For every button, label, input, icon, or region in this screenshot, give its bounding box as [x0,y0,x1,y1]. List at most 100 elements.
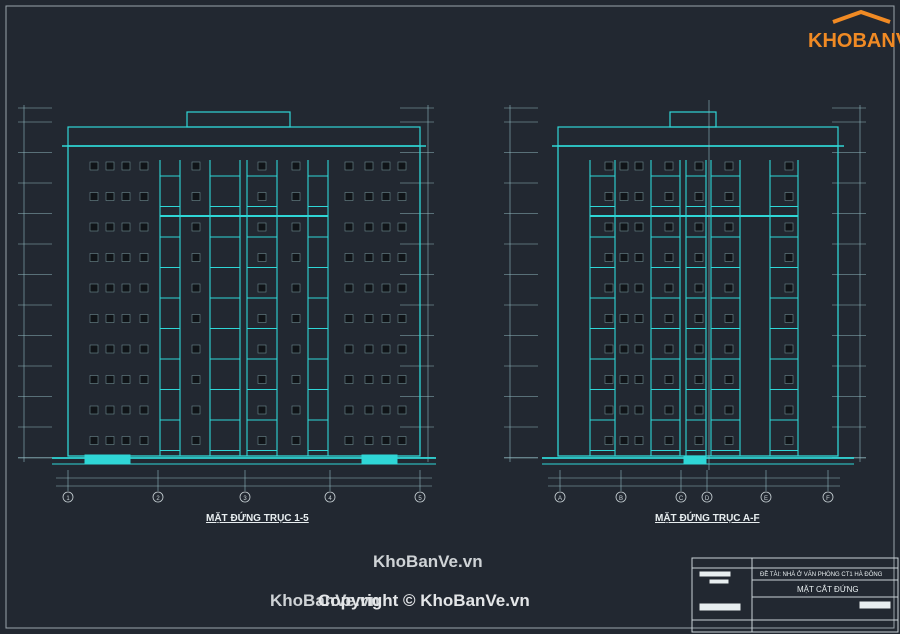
elevation-1-window [89,253,99,262]
elevation-2-window [634,314,644,323]
elevation-2-window [619,222,629,232]
elevation-1-window [397,314,407,323]
elevation-1-window [257,192,267,201]
elevation-1-window [344,161,354,171]
elevation-1-window [344,436,354,445]
elevation-2-window [694,314,704,323]
elevation-2-window [784,436,794,445]
title-block-mark [859,601,891,609]
elevation-1-axis-label: 1 [66,496,70,502]
elevation-1-window [191,344,201,354]
elevation-1-window [191,283,201,293]
elevation-1-window [344,405,354,415]
watermark-site: KhoBanVe.vn [373,552,483,571]
elevation-1-window [381,314,391,323]
elevation-1-axis-label: 4 [328,496,332,502]
elevation-2-window [694,283,704,293]
elevation-1-entrance [84,454,131,464]
elevation-1-window [105,161,115,171]
elevation-2-window [634,222,644,232]
elevation-1-window [344,314,354,323]
elevation-1-window [121,253,131,262]
elevation-1-window [121,192,131,201]
elevation-1-window [139,222,149,232]
elevation-1-window [381,344,391,354]
elevation-1-window [191,314,201,323]
elevation-2-window [724,375,734,384]
elevation-2-parapet [557,126,839,147]
elevation-2-window [634,405,644,415]
elevation-1-window [121,436,131,445]
elevation-2-window [784,314,794,323]
elevation-1-window [105,436,115,445]
elevation-1-window [291,405,301,415]
elevation-2-window [784,253,794,262]
elevation-2-window [694,375,704,384]
elevation-1-window [364,283,374,293]
elevation-2-window [694,192,704,201]
elevation-1-window [381,253,391,262]
elevation-1-window [257,314,267,323]
elevation-1-window [381,283,391,293]
elevation-1-window [344,253,354,262]
elevation-2-window [784,344,794,354]
elevation-1-window [291,283,301,293]
elevation-1-window [139,375,149,384]
title-block-mark [699,571,731,577]
elevation-1-window [397,405,407,415]
elevation-1-window [139,283,149,293]
elevation-1-window [105,283,115,293]
elevation-2-window [634,375,644,384]
elevation-2-axis-label: F [826,496,830,502]
elevation-1-window [344,222,354,232]
elevation-2-window [694,253,704,262]
elevation-1-window [381,375,391,384]
elevation-2-window [604,283,614,293]
elevation-1-window [397,222,407,232]
elevation-1-window [121,344,131,354]
elevation-1-window [257,405,267,415]
elevation-1-window [191,375,201,384]
elevation-2-window [724,222,734,232]
elevation-1-window [191,436,201,445]
title-block [691,557,899,633]
elevation-2-window [724,161,734,171]
elevation-2-window [604,253,614,262]
elevation-1-window [257,283,267,293]
elevation-2-window [619,375,629,384]
elevation-1-window [344,192,354,201]
elevation-2-window [604,375,614,384]
cad-linework: 1 2 3 4 5 A B C D E F [5,5,899,633]
elevation-2-window [694,222,704,232]
elevation-1-window [291,253,301,262]
elevation-1-window [121,314,131,323]
elevation-1-window [139,253,149,262]
elevation-1-window [397,283,407,293]
elevation-1-axis-label: 3 [243,496,247,502]
elevation-1-window [105,344,115,354]
elevation-1-window [105,222,115,232]
elevation-2-window [619,283,629,293]
elevation-2-entrance [683,455,707,465]
elevation-1-window [89,314,99,323]
elevation-1-window [89,344,99,354]
elevation-2-window [619,344,629,354]
elevation-2-axis-label: C [679,496,684,502]
elevation-1-roof-structure [186,111,291,128]
elevation-2-window [664,436,674,445]
elevation-2-window [784,405,794,415]
elevation-2-window [784,283,794,293]
elevation-1-window [191,253,201,262]
elevation-1-window [89,375,99,384]
elevation-2-window [619,192,629,201]
elevation-2-window [604,161,614,171]
watermark-copyright: Copyright © KhoBanVe.vn [318,591,530,610]
elevation-2-window [619,314,629,323]
elevation-1-window [89,161,99,171]
elevation-1-window [397,192,407,201]
elevation-2-window [694,161,704,171]
elevation-2-axis-label: D [705,496,710,502]
elevation-1-axis-label: 5 [418,496,422,502]
elevation-2-window [724,192,734,201]
elevation-1-window [291,344,301,354]
